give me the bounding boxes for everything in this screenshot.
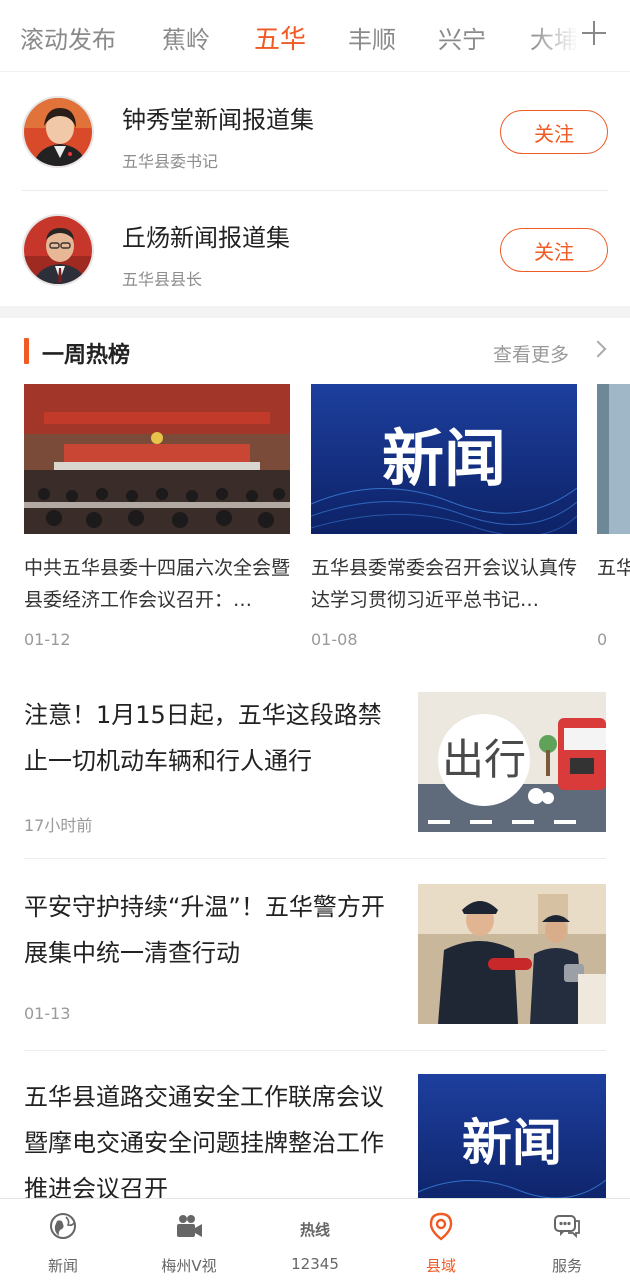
- see-more-link[interactable]: 查看更多: [493, 340, 569, 367]
- nav-county[interactable]: 县域: [378, 1199, 504, 1280]
- nav-hotline[interactable]: 热线 12345: [252, 1199, 378, 1280]
- tab-wuhua[interactable]: 五华: [254, 19, 306, 56]
- globe-icon: [50, 1213, 76, 1239]
- travel-illustration[interactable]: 出行: [418, 692, 606, 832]
- hot-card[interactable]: 五华 0: [597, 384, 630, 649]
- nav-video[interactable]: 梅州V视: [126, 1199, 252, 1280]
- illustration-text: 出行: [442, 735, 526, 784]
- follow-name[interactable]: 丘炀新闻报道集: [122, 218, 290, 253]
- banner-text: 新闻: [382, 422, 506, 495]
- hot-card[interactable]: 中共五华县委十四届六次全会暨县委经济工作会议召开：… 01-12: [24, 384, 290, 649]
- news-banner-image[interactable]: 新闻: [311, 384, 577, 534]
- tab-fengshun[interactable]: 丰顺: [348, 20, 396, 55]
- location-pin-icon: [429, 1212, 453, 1241]
- hot-card-date: 0: [597, 630, 608, 649]
- avatar[interactable]: [22, 214, 94, 286]
- bottom-navigation: 新闻 梅州V视 热线 12345 县域 服务: [0, 1198, 630, 1280]
- chevron-right-icon[interactable]: [589, 340, 607, 358]
- nav-label: 服务: [551, 1257, 582, 1275]
- follow-role: 五华县委书记: [122, 152, 219, 171]
- hotline-icon-text: 热线: [300, 1221, 330, 1239]
- avatar[interactable]: [22, 96, 94, 168]
- divider: [24, 1050, 606, 1051]
- follow-button[interactable]: 关注: [500, 110, 608, 154]
- tab-jiaoling[interactable]: 蕉岭: [162, 20, 210, 55]
- app-page: 滚动发布 蕉岭 五华 丰顺 兴宁 大埔 钟秀堂新闻报道集 五华县委书记 关注: [0, 0, 630, 1280]
- banner-text: 新闻: [462, 1114, 562, 1172]
- news-time: 17小时前: [24, 816, 93, 835]
- news-banner-image[interactable]: 新闻: [418, 1074, 606, 1214]
- news-item[interactable]: 五华县道路交通安全工作联席会议暨摩电交通安全问题挂牌整治工作推进会议召开 新闻: [24, 1074, 606, 1216]
- nav-label: 县域: [425, 1257, 456, 1275]
- hotline-icon: 热线: [300, 1221, 330, 1239]
- hot-card[interactable]: 新闻 五华县委常委会召开会议认真传达学习贯彻习近平总书记… 01-08: [311, 384, 577, 649]
- nav-label: 新闻: [47, 1257, 78, 1275]
- channel-tabs: 滚动发布 蕉岭 五华 丰顺 兴宁 大埔: [0, 0, 630, 72]
- meeting-photo[interactable]: [24, 384, 290, 534]
- news-title[interactable]: 平安守护持续“升温”！五华警方开展集中统一清查行动: [24, 884, 394, 976]
- hot-card-title[interactable]: 五华: [597, 552, 630, 616]
- news-item[interactable]: 注意！1月15日起，五华这段路禁止一切机动车辆和行人通行 17小时前 出行: [24, 692, 606, 835]
- plus-icon[interactable]: [582, 20, 608, 46]
- nav-service[interactable]: 服务: [504, 1199, 630, 1280]
- section-title: 一周热榜: [42, 343, 131, 368]
- hot-card-date: 01-08: [311, 630, 358, 649]
- tab-rolling[interactable]: 滚动发布: [20, 20, 116, 55]
- follow-item[interactable]: 钟秀堂新闻报道集 五华县委书记 关注: [0, 72, 630, 190]
- video-camera-icon: [177, 1215, 202, 1237]
- hot-card-title[interactable]: 五华县委常委会召开会议认真传达学习贯彻习近平总书记…: [311, 552, 577, 616]
- hot-card-title[interactable]: 中共五华县委十四届六次全会暨县委经济工作会议召开：…: [24, 552, 290, 616]
- news-title[interactable]: 注意！1月15日起，五华这段路禁止一切机动车辆和行人通行: [24, 692, 394, 784]
- nav-news[interactable]: 新闻: [0, 1199, 126, 1280]
- news-item[interactable]: 平安守护持续“升温”！五华警方开展集中统一清查行动 01-13: [24, 884, 606, 1026]
- section-accent-bar: [24, 338, 29, 364]
- follow-name[interactable]: 钟秀堂新闻报道集: [122, 100, 314, 135]
- hot-card-image[interactable]: [597, 384, 630, 534]
- nav-label: 12345: [291, 1255, 339, 1273]
- follow-role: 五华县县长: [122, 270, 203, 289]
- news-title[interactable]: 五华县道路交通安全工作联席会议暨摩电交通安全问题挂牌整治工作推进会议召开: [24, 1074, 394, 1212]
- tabs-fade: [530, 0, 590, 72]
- follow-button[interactable]: 关注: [500, 228, 608, 272]
- police-photo[interactable]: [418, 884, 606, 1024]
- news-time: 01-13: [24, 1004, 71, 1023]
- follow-item[interactable]: 丘炀新闻报道集 五华县县长 关注: [0, 190, 630, 308]
- section-gap: [0, 306, 630, 318]
- chat-bubble-icon: [554, 1215, 580, 1239]
- tab-xingning[interactable]: 兴宁: [438, 20, 486, 55]
- divider: [24, 858, 606, 859]
- nav-label: 梅州V视: [161, 1257, 217, 1275]
- hot-card-date: 01-12: [24, 630, 71, 649]
